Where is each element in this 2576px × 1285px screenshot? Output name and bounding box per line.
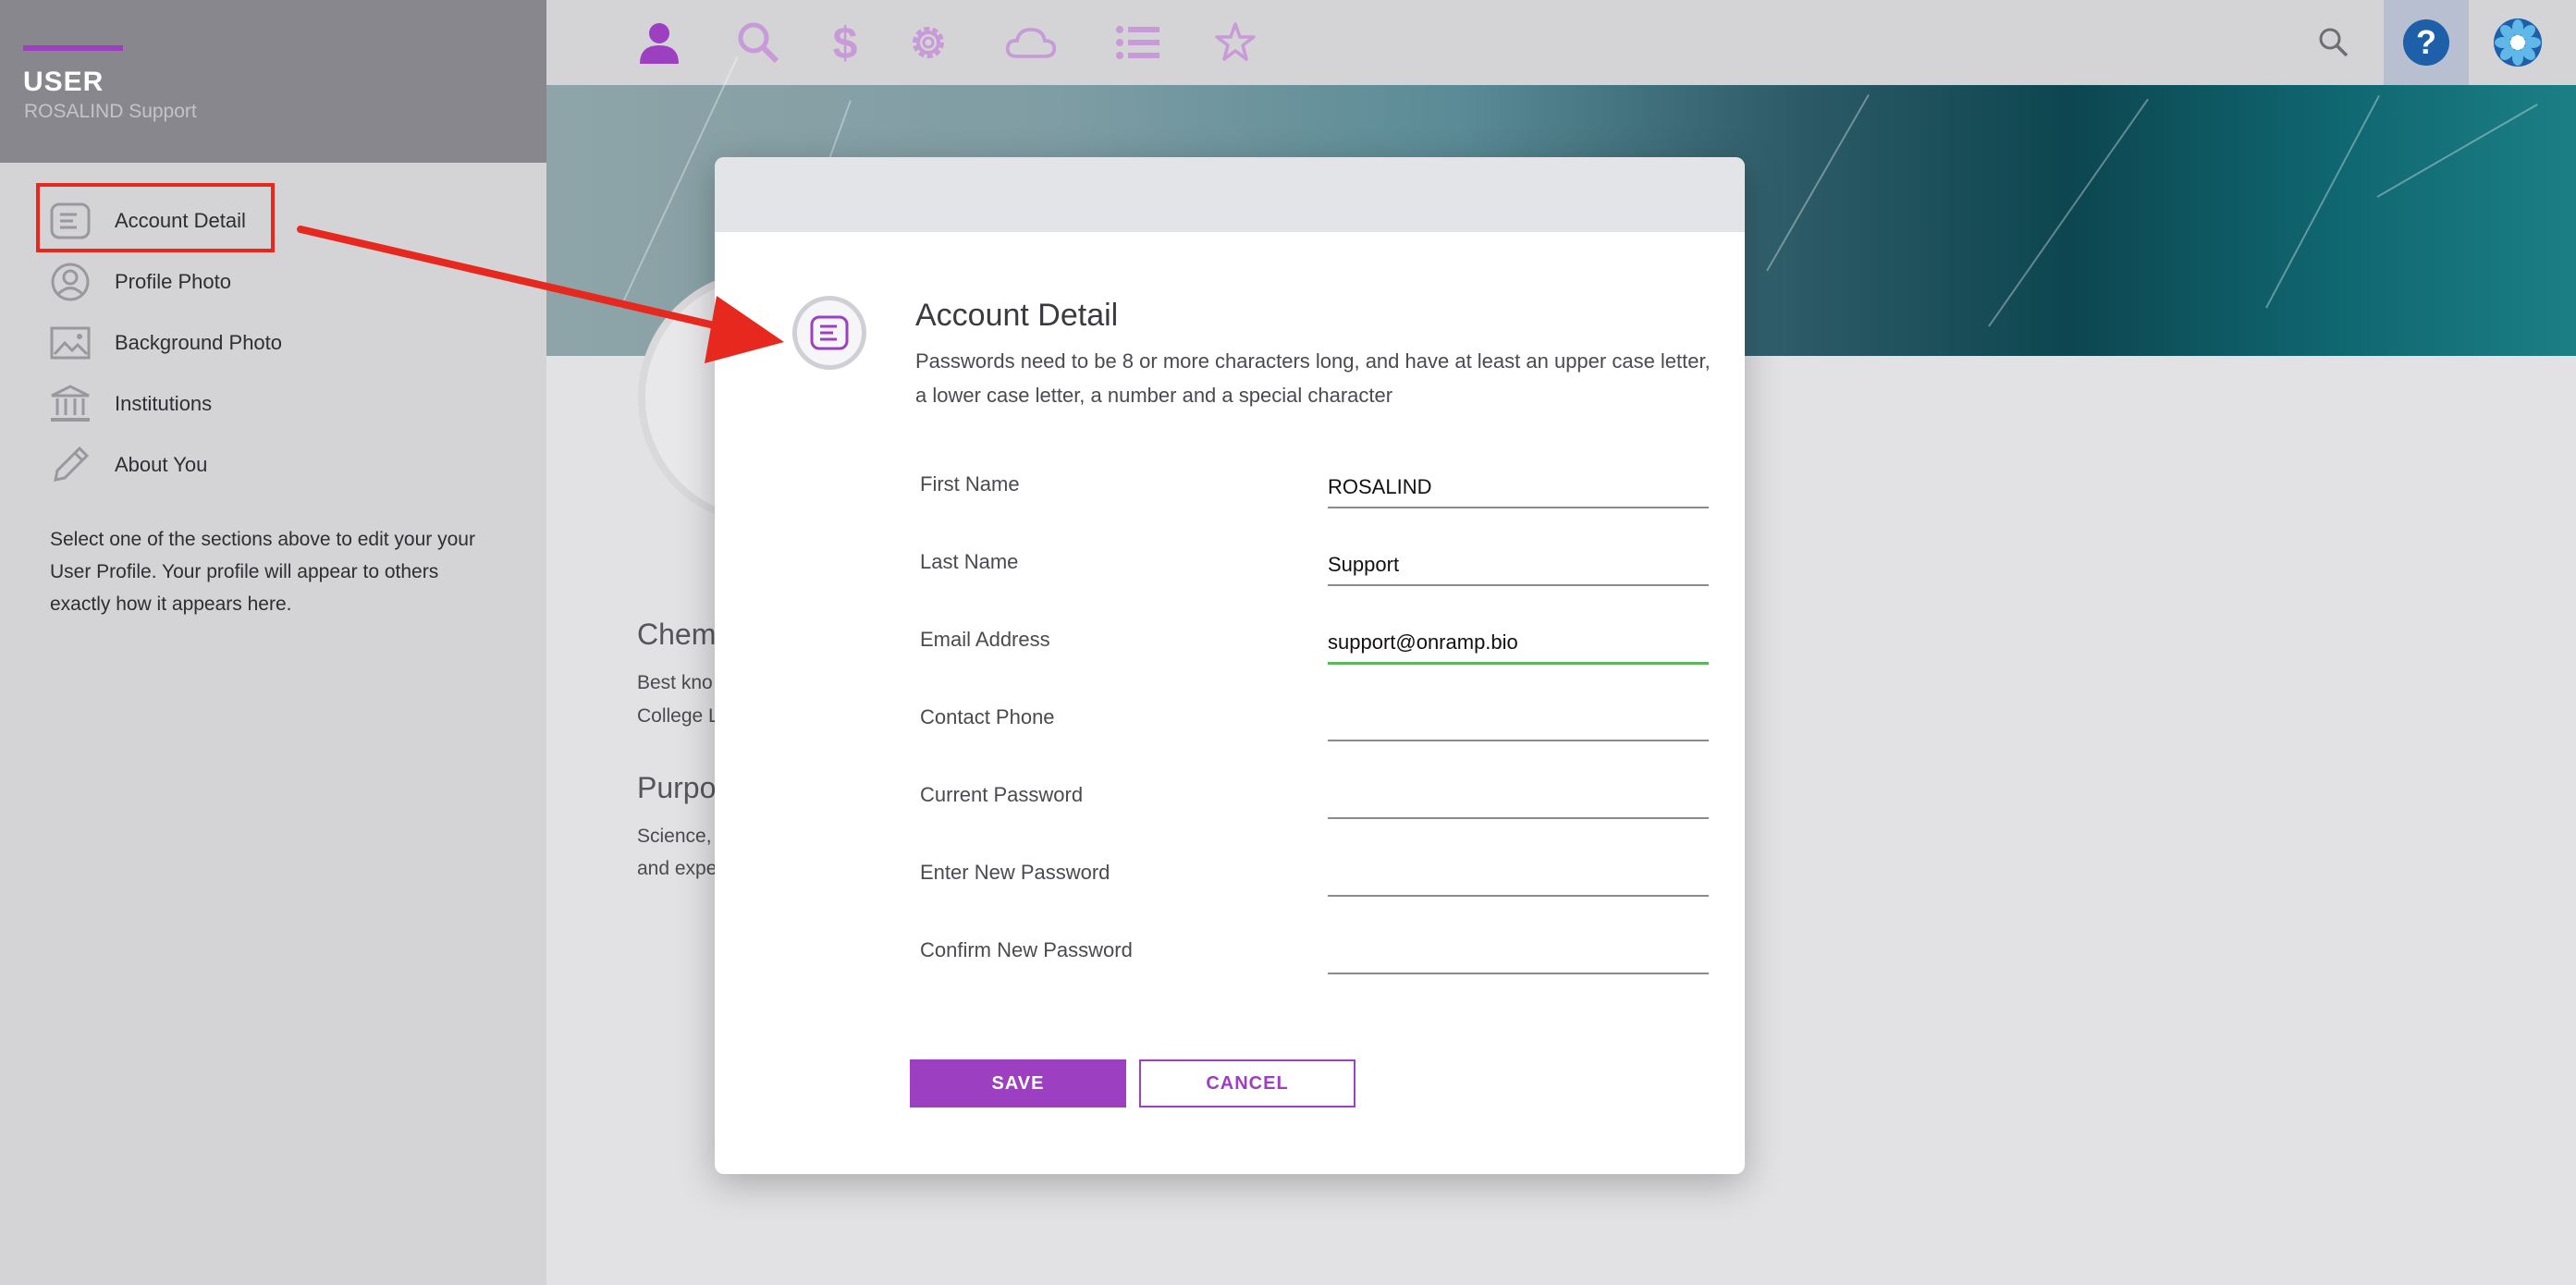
- user-circle-icon: [46, 260, 94, 304]
- new-password-field[interactable]: [1328, 856, 1709, 897]
- profile-section-text: and expe: [637, 858, 718, 879]
- logo-icon[interactable]: [2492, 17, 2544, 68]
- email-label: Email Address: [920, 628, 1050, 651]
- user-icon[interactable]: [633, 17, 685, 68]
- star-icon[interactable]: [1209, 17, 1261, 68]
- sidebar-item-background-photo[interactable]: Background Photo: [46, 317, 490, 369]
- sidebar-item-institutions[interactable]: Institutions: [46, 378, 490, 430]
- confirm-password-field[interactable]: [1328, 934, 1709, 974]
- profile-section-title: Chem: [637, 618, 717, 651]
- email-field[interactable]: [1328, 623, 1709, 665]
- image-icon: [46, 321, 94, 365]
- dialog-description: Passwords need to be 8 or more character…: [915, 349, 1711, 407]
- contact-phone-label: Contact Phone: [920, 705, 1055, 728]
- last-name-label: Last Name: [920, 550, 1019, 573]
- pencil-icon: [46, 443, 94, 487]
- current-password-label: Current Password: [920, 783, 1084, 806]
- save-button[interactable]: SAVE: [910, 1059, 1126, 1108]
- svg-text:$: $: [833, 19, 858, 66]
- gear-icon[interactable]: [902, 17, 954, 68]
- first-name-field[interactable]: [1328, 468, 1709, 508]
- svg-text:?: ?: [2416, 23, 2436, 61]
- document-icon: [792, 296, 866, 370]
- annotation-highlight-box: [36, 183, 275, 252]
- profile-section-text: College L: [637, 705, 719, 727]
- accent-bar: [23, 45, 123, 51]
- last-name-field[interactable]: [1328, 545, 1709, 586]
- confirm-password-label: Confirm New Password: [920, 938, 1133, 961]
- list-icon[interactable]: [1112, 17, 1164, 68]
- sidebar-item-about-you[interactable]: About You: [46, 439, 490, 491]
- sidebar-title: USER: [23, 67, 104, 97]
- sidebar-subtitle: ROSALIND Support: [24, 101, 197, 122]
- help-icon[interactable]: ?: [2400, 17, 2452, 68]
- dialog-title: Account Detail: [915, 298, 1119, 333]
- search-icon[interactable]: [732, 17, 784, 68]
- cloud-icon[interactable]: [1005, 17, 1057, 68]
- sidebar-item-label: About You: [115, 453, 208, 476]
- profile-section-text: Best kno: [637, 672, 713, 693]
- first-name-label: First Name: [920, 472, 1020, 496]
- dialog-header: [715, 157, 1745, 232]
- dollar-icon[interactable]: $: [819, 17, 871, 68]
- search-icon[interactable]: [2308, 17, 2360, 68]
- sidebar-item-profile-photo[interactable]: Profile Photo: [46, 256, 490, 308]
- sidebar-item-label: Background Photo: [115, 331, 283, 354]
- sidebar-item-label: Profile Photo: [115, 270, 231, 293]
- sidebar-item-label: Institutions: [115, 392, 213, 415]
- current-password-field[interactable]: [1328, 778, 1709, 819]
- account-detail-dialog: Account Detail Passwords need to be 8 or…: [715, 157, 1745, 1174]
- new-password-label: Enter New Password: [920, 861, 1110, 884]
- cancel-button[interactable]: CANCEL: [1139, 1059, 1355, 1108]
- contact-phone-field[interactable]: [1328, 701, 1709, 741]
- profile-section-text: Science,: [637, 826, 712, 847]
- institution-icon: [46, 382, 94, 426]
- profile-section-title: Purpo: [637, 771, 717, 804]
- sidebar-help-text: Select one of the sections above to edit…: [50, 529, 475, 615]
